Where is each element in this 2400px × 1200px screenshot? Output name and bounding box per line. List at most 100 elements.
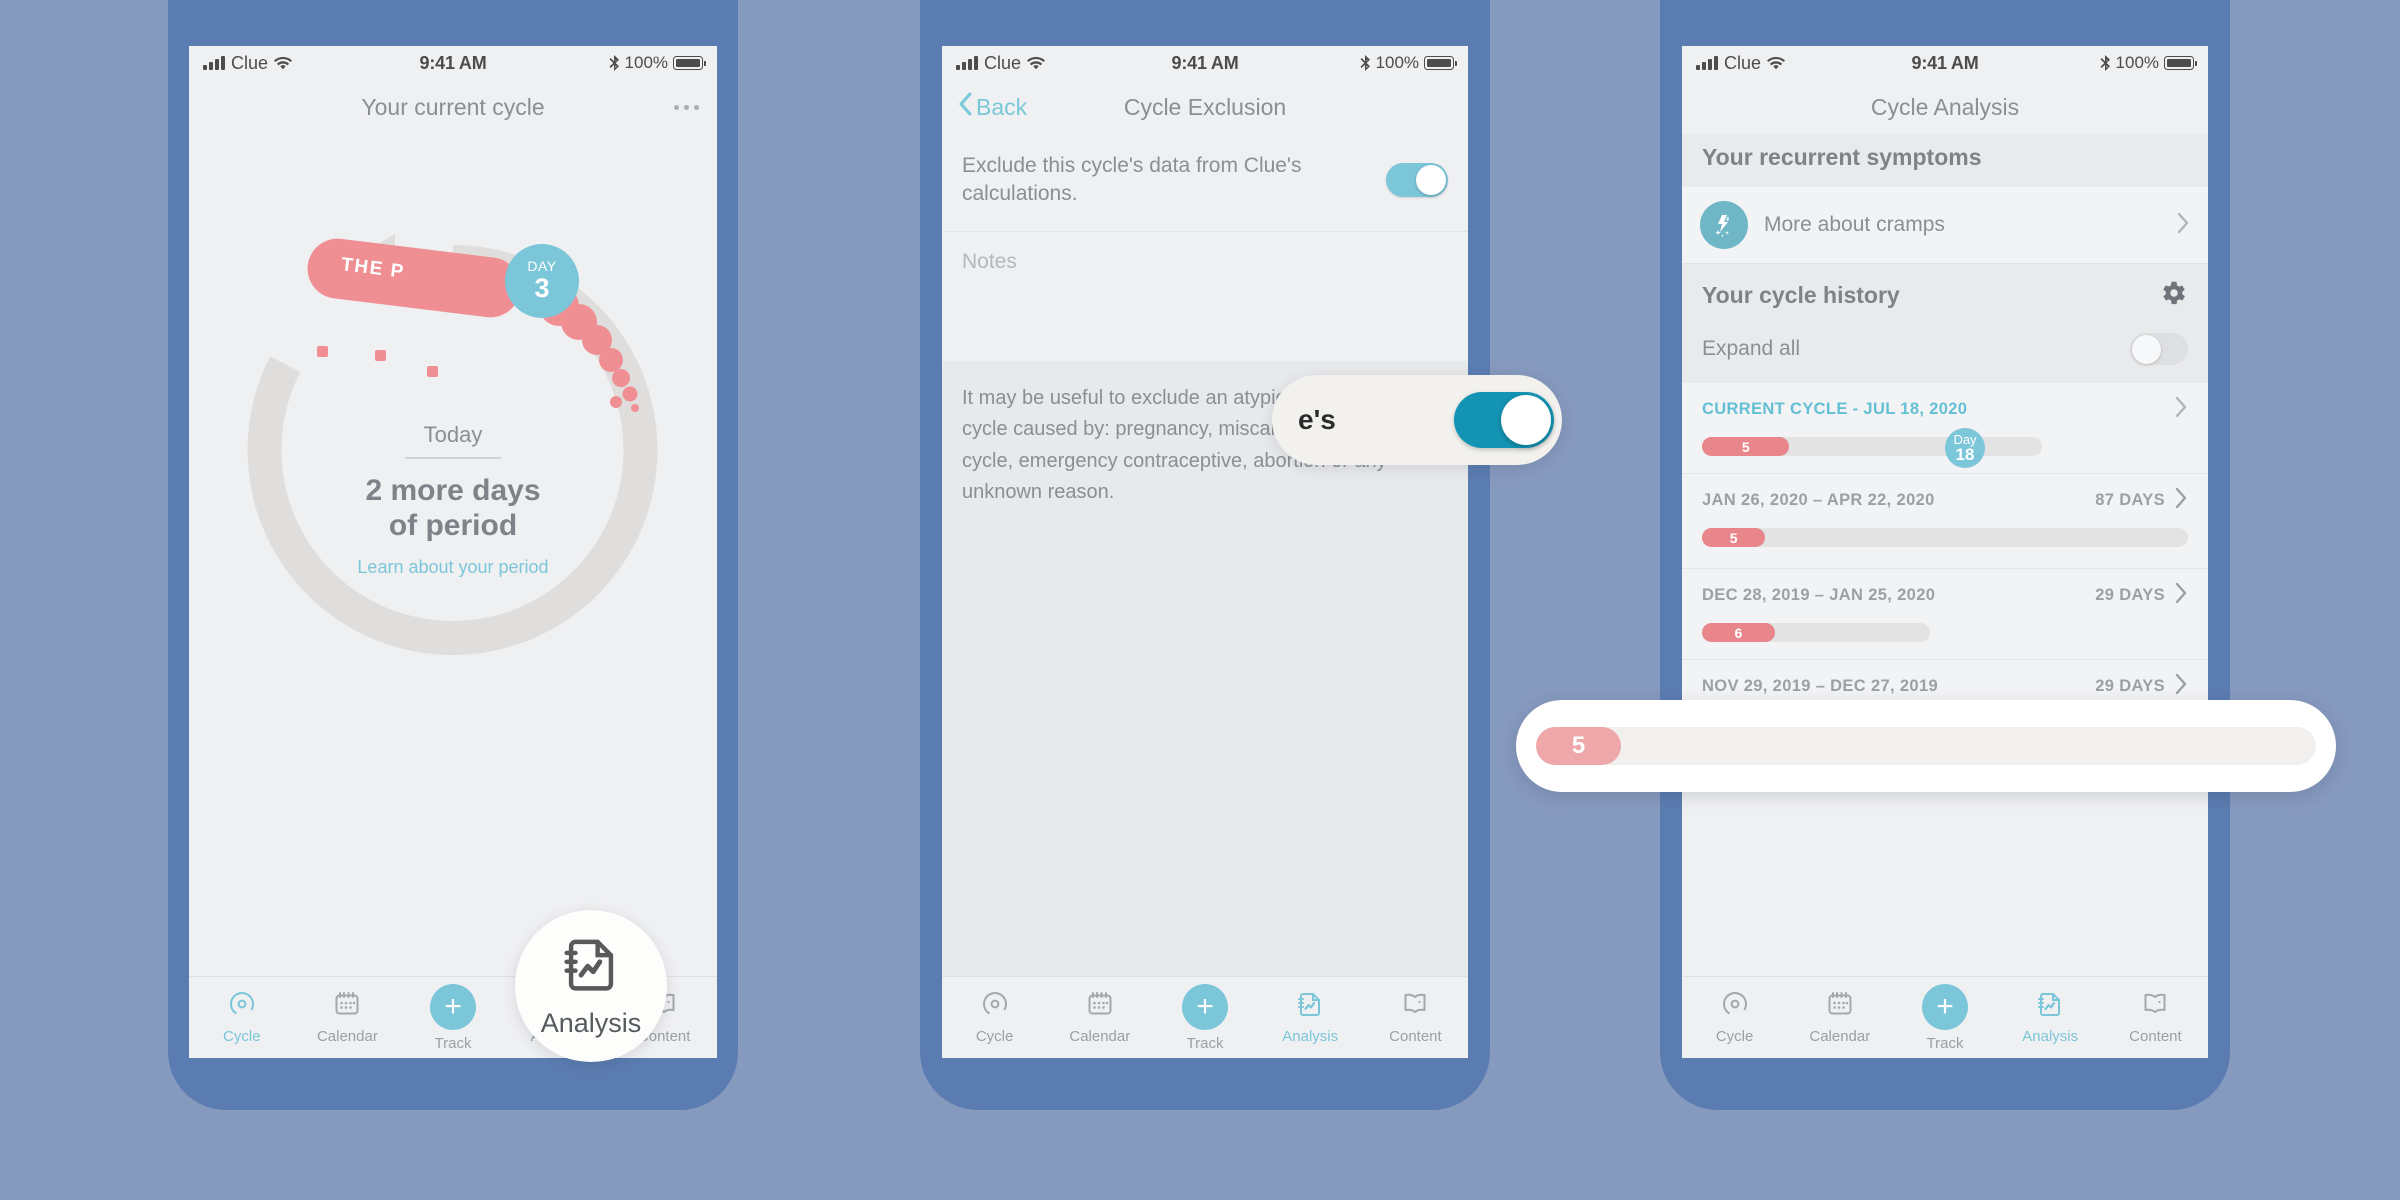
tab-analysis[interactable]: Analysis (1258, 990, 1363, 1045)
more-options-icon[interactable] (674, 104, 699, 110)
chevron-right-icon (2175, 582, 2188, 608)
magnified-bar-period: 5 (1536, 727, 1621, 765)
tab-content[interactable]: Content (1363, 990, 1468, 1045)
chevron-right-icon (2175, 396, 2188, 422)
tab-content-label: Content (2129, 1028, 2182, 1045)
tab-track-label: Track (1186, 1034, 1224, 1052)
battery-full-icon (673, 56, 707, 70)
tab-cycle[interactable]: Cycle (189, 990, 295, 1045)
headline-line1: 2 more days (365, 473, 541, 507)
status-bar: Clue 9:41 AM 100% (189, 46, 717, 80)
cycle-bar: 6 (1702, 619, 2188, 645)
table-row[interactable]: DEC 28, 2019 – JAN 25, 2020 29 DAYS 6 (1682, 569, 2208, 660)
back-button-label: Back (976, 93, 1028, 120)
table-row[interactable]: CURRENT CYCLE - JUL 18, 2020 5 Day 18 (1682, 383, 2208, 474)
tab-analysis[interactable]: Analysis (1998, 990, 2103, 1045)
status-bar: Clue 9:41 AM 100% (1682, 46, 2208, 80)
calendar-icon (1826, 990, 1854, 1023)
toggle-knob (1501, 395, 1551, 445)
tab-calendar-label: Calendar (316, 1028, 378, 1045)
learn-about-period-link[interactable]: Learn about your period (189, 557, 717, 578)
cycle-center-text: Today 2 more days of period Learn about … (189, 422, 717, 578)
tab-content-label: Content (1389, 1028, 1442, 1045)
toggle-magnifier-callout: e's (1272, 375, 1562, 465)
analysis-icon (1296, 990, 1324, 1023)
plus-icon[interactable]: + (1182, 983, 1228, 1030)
tab-track[interactable]: + Track (400, 983, 506, 1052)
battery-full-icon (2164, 56, 2198, 70)
back-button[interactable]: Back (958, 92, 1027, 122)
screenshot-stage: Clue 9:41 AM 100% Your current cycle THE… (0, 0, 2400, 1200)
cycle-bar-period: 5 (1702, 528, 1766, 547)
tab-calendar[interactable]: Calendar (1787, 990, 1892, 1045)
cycle-bar-track (1702, 528, 2188, 547)
exclude-cycle-label: Exclude this cycle's data from Clue's ca… (962, 154, 1302, 206)
cycle-dates: DEC 28, 2019 – JAN 25, 2020 (1702, 585, 1936, 604)
chevron-right-icon (2175, 673, 2188, 699)
day-bubble-number: 18 (1955, 444, 1975, 464)
expand-all-toggle[interactable] (2130, 333, 2188, 365)
clock-label: 9:41 AM (1171, 52, 1239, 73)
battery-percent-label: 100% (2115, 53, 2160, 72)
tab-cycle[interactable]: Cycle (942, 990, 1047, 1045)
signal-bars-icon (203, 55, 225, 70)
symptom-row-cramps[interactable]: More about cramps (1682, 187, 2208, 264)
tab-analysis-label: Analysis (1282, 1028, 1339, 1045)
magnified-text-fragment: e's (1298, 404, 1336, 435)
content-icon (2141, 990, 2169, 1023)
today-label: Today (423, 422, 483, 447)
phone3-navbar: Cycle Analysis (1682, 80, 2208, 134)
tab-track[interactable]: + Track (1892, 983, 1997, 1052)
phone3-tabbar: Cycle Calendar + Track Analysis Content (1682, 976, 2208, 1058)
expand-all-row: Expand all (1682, 323, 2208, 383)
phone1-navbar: Your current cycle (189, 80, 717, 134)
phone-mockup-2: Clue 9:41 AM 100% Back Cycle Exclusion E… (920, 0, 1490, 1110)
tab-cycle[interactable]: Cycle (1682, 990, 1787, 1045)
cycle-ring-area: THE P DAY 3 Today 2 more days of period … (189, 134, 717, 976)
chevron-right-icon (2177, 212, 2190, 238)
signal-bars-icon (1696, 55, 1718, 70)
magnified-bar-track: 5 (1536, 727, 2316, 765)
table-row[interactable]: JAN 26, 2020 – APR 22, 2020 87 DAYS 5 (1682, 474, 2208, 569)
plus-icon[interactable]: + (429, 983, 476, 1030)
notes-placeholder: Notes (962, 249, 1017, 273)
page-title: Your current cycle (361, 93, 545, 120)
tab-cycle-label: Cycle (1715, 1028, 1754, 1045)
phone2-navbar: Back Cycle Exclusion (942, 80, 1468, 134)
expand-all-label: Expand all (1702, 337, 1801, 360)
phone2-tabbar: Cycle Calendar + Track Analysis Content (942, 976, 1468, 1058)
cramps-icon (1700, 201, 1748, 249)
analysis-magnifier-callout: Analysis (515, 910, 667, 1062)
chevron-left-icon (958, 92, 972, 122)
tab-content[interactable]: Content (2103, 990, 2208, 1045)
page-title: Cycle Analysis (1870, 93, 2020, 120)
exclude-cycle-toggle[interactable] (1386, 163, 1448, 198)
carrier-label: Clue (984, 52, 1022, 73)
tab-calendar[interactable]: Calendar (1047, 990, 1152, 1045)
plus-icon[interactable]: + (1922, 983, 1968, 1030)
headline-line2: of period (388, 508, 518, 542)
battery-percent-label: 100% (624, 53, 669, 72)
cycle-icon (228, 990, 256, 1023)
cycle-bar: 5 (1702, 524, 2188, 554)
tab-calendar-label: Calendar (1069, 1028, 1131, 1045)
tab-track[interactable]: + Track (1152, 983, 1257, 1052)
clock-label: 9:41 AM (1911, 52, 1979, 73)
gear-icon[interactable] (2158, 278, 2188, 313)
current-day-bubble: DAY 3 (505, 244, 579, 318)
day-bubble-number: 3 (534, 273, 550, 304)
cycle-days-count: 87 DAYS (2095, 490, 2165, 509)
cycle-bar-period: 6 (1702, 623, 1775, 642)
notes-field[interactable]: Notes (942, 230, 1468, 361)
tab-calendar[interactable]: Calendar (295, 990, 401, 1045)
cycle-icon (981, 990, 1009, 1023)
phone-mockup-3: Clue 9:41 AM 100% Cycle Analysis Your re… (1660, 0, 2230, 1110)
battery-full-icon (1424, 56, 1458, 70)
symptom-row-label: More about cramps (1764, 213, 1945, 236)
cycle-bar: 5 Day 18 (1702, 428, 2188, 468)
exclude-cycle-row: Exclude this cycle's data from Clue's ca… (942, 134, 1468, 231)
cycle-dates: NOV 29, 2019 – DEC 27, 2019 (1702, 676, 1939, 695)
recurrent-symptoms-heading: Your recurrent symptoms (1702, 144, 1982, 170)
magnified-toggle[interactable] (1454, 392, 1554, 448)
carrier-label: Clue (1724, 52, 1762, 73)
